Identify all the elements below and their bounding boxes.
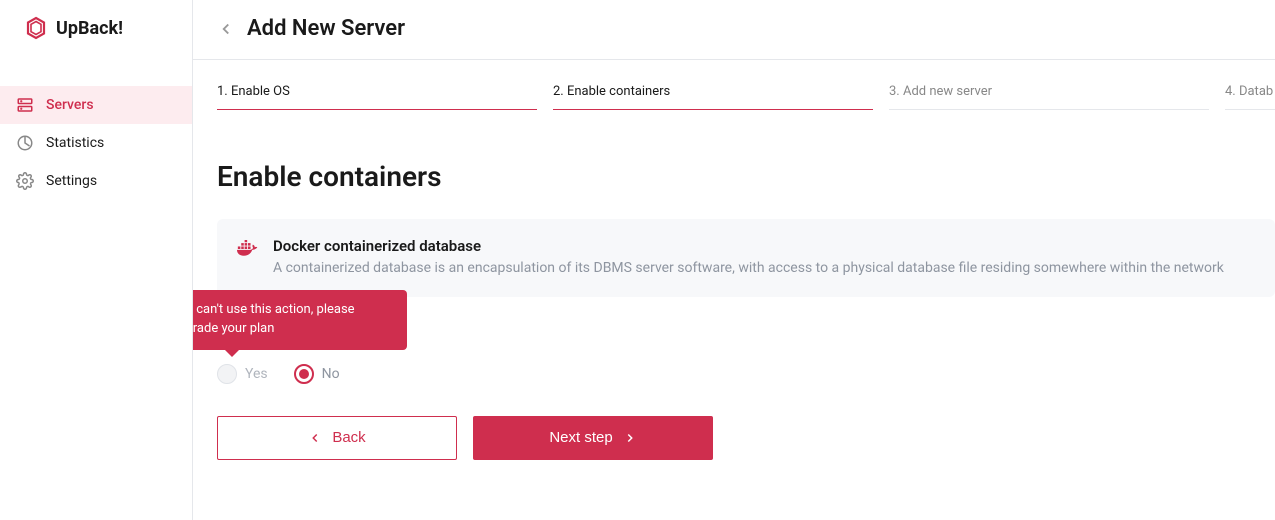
settings-icon [16, 172, 34, 190]
logo-icon [24, 16, 48, 40]
back-button-label: Back [332, 429, 365, 446]
radio-yes[interactable]: You can't use this action, please upgrad… [217, 364, 268, 384]
back-button[interactable]: Back [217, 416, 457, 460]
radio-label: No [322, 366, 340, 382]
next-button-label: Next step [549, 429, 612, 446]
chevron-left-icon [308, 431, 322, 445]
chevron-right-icon [623, 431, 637, 445]
radio-circle-icon [294, 364, 314, 384]
radio-circle-icon [217, 364, 237, 384]
sidebar-item-settings[interactable]: Settings [0, 162, 192, 200]
sidebar-item-servers[interactable]: Servers [0, 86, 192, 124]
sidebar: UpBack! Servers Statistics Settings [0, 0, 193, 520]
step-1[interactable]: 1. Enable OS [217, 84, 537, 110]
next-button[interactable]: Next step [473, 416, 713, 460]
docker-icon [237, 240, 259, 258]
wizard-steps: 1. Enable OS 2. Enable containers 3. Add… [217, 60, 1275, 110]
logo-text: UpBack! [56, 18, 123, 39]
header: Add New Server [193, 0, 1275, 60]
info-text: Docker containerized database A containe… [273, 237, 1224, 279]
page-title: Add New Server [247, 16, 405, 41]
logo[interactable]: UpBack! [0, 0, 192, 56]
nav: Servers Statistics Settings [0, 86, 192, 200]
servers-icon [16, 96, 34, 114]
step-3[interactable]: 3. Add new server [889, 84, 1209, 110]
sidebar-item-statistics[interactable]: Statistics [0, 124, 192, 162]
sidebar-item-label: Settings [46, 173, 97, 189]
info-title: Docker containerized database [273, 237, 1224, 255]
radio-no[interactable]: No [294, 364, 340, 384]
radio-label: Yes [245, 366, 268, 382]
wizard-buttons: Back Next step [217, 416, 1275, 460]
info-card: Docker containerized database A containe… [217, 219, 1275, 297]
statistics-icon [16, 134, 34, 152]
section-title: Enable containers [217, 160, 1275, 193]
step-2[interactable]: 2. Enable containers [553, 84, 873, 110]
radio-dot-icon [299, 369, 309, 379]
step-4[interactable]: 4. Datab [1225, 84, 1275, 110]
content: 1. Enable OS 2. Enable containers 3. Add… [193, 60, 1275, 484]
upgrade-tooltip: You can't use this action, please upgrad… [193, 290, 407, 350]
radio-group: You can't use this action, please upgrad… [217, 364, 1275, 384]
main: Add New Server 1. Enable OS 2. Enable co… [193, 0, 1275, 520]
sidebar-item-label: Servers [46, 97, 94, 113]
back-icon[interactable] [217, 20, 235, 38]
info-desc: A containerized database is an encapsula… [273, 259, 1224, 279]
sidebar-item-label: Statistics [46, 135, 104, 151]
